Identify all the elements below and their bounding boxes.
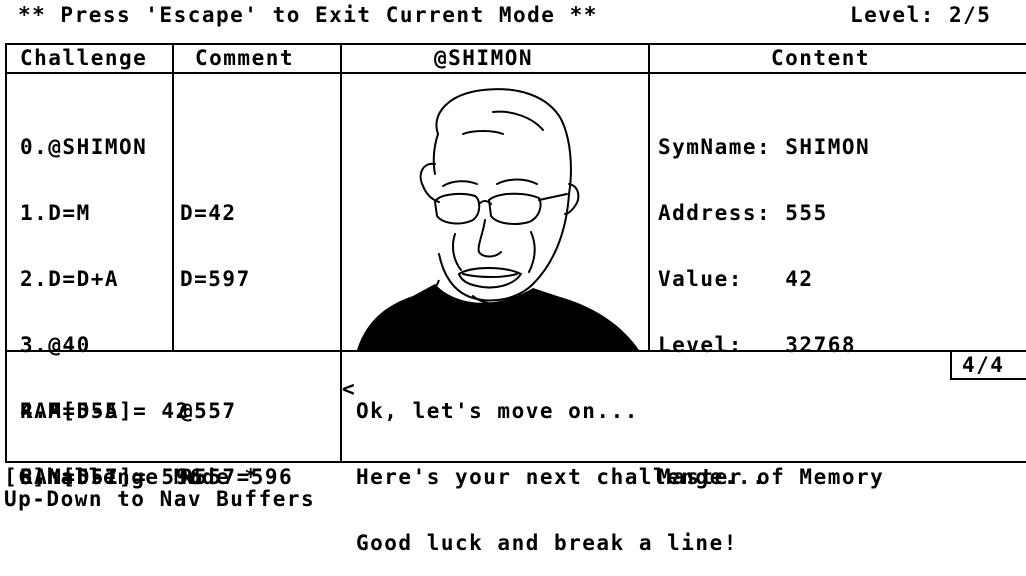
value-line: Value: 42	[658, 267, 814, 291]
shimon-portrait	[357, 88, 639, 350]
dialog-text: Ok, let's move on... Here's your next ch…	[356, 356, 766, 576]
dialog-page-label: 4/4	[962, 353, 1005, 377]
symname-line: SymName: SHIMON	[658, 135, 871, 159]
level-indicator: Level: 2/5	[850, 3, 992, 27]
challenge-line[interactable]: 3.@40	[20, 334, 147, 356]
comment-line	[180, 334, 293, 356]
challenge-comment-divider	[172, 43, 174, 352]
level-line: Level: 32768	[658, 333, 857, 357]
dialog-cursor-icon: <	[342, 377, 357, 401]
content-column-header: Content	[771, 46, 871, 70]
challenge-line[interactable]: 1.D=M	[20, 202, 147, 224]
comment-column-header: Comment	[195, 46, 295, 70]
dialog-line: Here's your next challenge...	[356, 465, 767, 489]
challenge-line[interactable]: 2.D=D+A	[20, 268, 147, 290]
nav-hint: Up-Down to Nav Buffers	[4, 487, 316, 511]
dialog-page-indicator[interactable]: 4/4	[950, 352, 1026, 380]
comment-line: D=597	[180, 267, 251, 291]
current-mode-label: [C]hallenge Mode *	[4, 465, 259, 489]
challenge-line[interactable]: 0.@SHIMON	[20, 136, 147, 158]
dialog-line: Ok, let's move on...	[356, 399, 639, 423]
comment-line	[180, 136, 293, 158]
dialog-line: Good luck and break a line!	[356, 531, 738, 555]
address-line: Address: 555	[658, 201, 828, 225]
table-top-border	[5, 43, 1026, 45]
portrait-column-header: @SHIMON	[434, 46, 534, 70]
ram-line: RAM[555]= 42	[20, 399, 190, 423]
comment-line: D=42	[180, 201, 237, 225]
challenge-column-header: Challenge	[20, 46, 148, 70]
mode-hint: ** Press 'Escape' to Exit Current Mode *…	[18, 3, 598, 27]
left-border	[5, 43, 7, 463]
